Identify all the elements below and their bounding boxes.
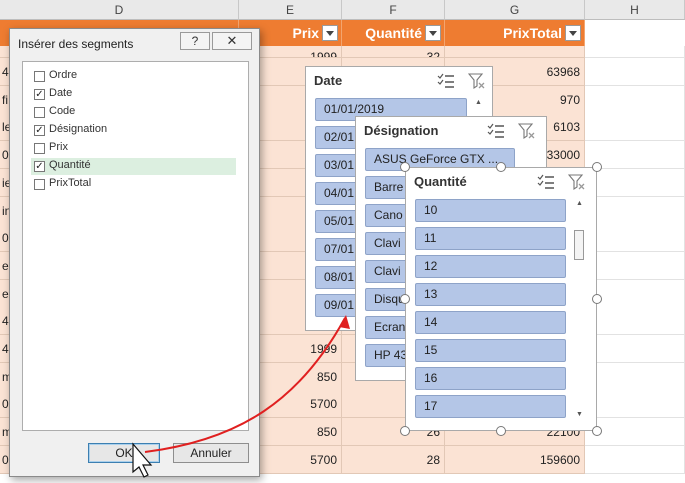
field-label: Code xyxy=(49,105,76,117)
field-label: Prix xyxy=(49,141,68,153)
multi-select-icon[interactable] xyxy=(487,123,505,139)
field-item[interactable]: ✓ Quantité xyxy=(31,158,236,175)
field-item[interactable]: ✓ Désignation xyxy=(31,122,236,139)
cell-f[interactable]: 32 xyxy=(342,46,445,58)
resize-handle[interactable] xyxy=(592,162,602,172)
cell-h[interactable] xyxy=(585,445,685,474)
field-label: Désignation xyxy=(49,123,108,135)
clear-filter-icon[interactable] xyxy=(468,72,486,90)
cell-h[interactable] xyxy=(585,168,685,197)
close-button[interactable]: ✕ xyxy=(212,32,252,50)
cell-h[interactable] xyxy=(585,46,685,58)
cell-h[interactable] xyxy=(585,279,685,308)
cell-h[interactable] xyxy=(585,335,685,363)
slicer-item[interactable]: 11 xyxy=(415,227,566,250)
header-label-prix: Prix xyxy=(292,25,319,41)
cell-h[interactable] xyxy=(585,307,685,336)
header-label-quantite: Quantité xyxy=(365,25,422,41)
cell-h[interactable] xyxy=(585,196,685,225)
checkbox[interactable]: ✓ xyxy=(34,161,45,172)
field-item[interactable]: Ordre xyxy=(31,68,236,85)
checkbox[interactable] xyxy=(34,107,45,118)
checkbox[interactable]: ✓ xyxy=(34,89,45,100)
field-label: Quantité xyxy=(49,159,91,171)
multi-select-icon[interactable] xyxy=(437,73,455,89)
cell-f[interactable]: 28 xyxy=(342,445,445,474)
resize-handle[interactable] xyxy=(496,162,506,172)
header-cell-quantite[interactable]: Quantité xyxy=(342,20,445,46)
cell-h[interactable] xyxy=(585,362,685,391)
slicer-designation-title: Désignation xyxy=(364,123,439,138)
filter-dropdown-quantite[interactable] xyxy=(425,25,441,41)
slicer-quantite-title: Quantité xyxy=(414,174,467,189)
field-label: Ordre xyxy=(49,69,78,81)
resize-handle[interactable] xyxy=(400,162,410,172)
insert-slicers-dialog: Insérer des segments ? ✕ Ordre ✓ Date Code ✓… xyxy=(9,28,260,477)
filter-dropdown-prixtotal[interactable] xyxy=(565,25,581,41)
column-header-e[interactable]: E xyxy=(239,0,342,20)
help-button[interactable]: ? xyxy=(180,32,210,50)
dialog-title: Insérer des segments xyxy=(18,37,134,51)
field-label: PrixTotal xyxy=(49,177,92,189)
scroll-down-arrow[interactable] xyxy=(572,404,586,420)
resize-handle[interactable] xyxy=(496,426,506,436)
filter-dropdown-prix[interactable] xyxy=(322,25,338,41)
column-header-h[interactable]: H xyxy=(585,0,685,20)
header-label-prixtotal: PrixTotal xyxy=(503,25,562,41)
cell-g[interactable] xyxy=(445,46,585,58)
resize-handle[interactable] xyxy=(592,294,602,304)
field-item[interactable]: ✓ Date xyxy=(31,86,236,103)
slicer-date-scroll-up[interactable] xyxy=(471,97,485,117)
scroll-thumb[interactable] xyxy=(574,230,584,260)
header-cell-prixtotal[interactable]: PrixTotal xyxy=(445,20,585,46)
scroll-up-arrow[interactable] xyxy=(572,198,586,214)
cell-h[interactable] xyxy=(585,251,685,280)
slicer-item[interactable]: 13 xyxy=(415,283,566,306)
cell-h[interactable] xyxy=(585,390,685,419)
checkbox[interactable] xyxy=(34,71,45,82)
field-list[interactable]: Ordre ✓ Date Code ✓ Désignation Prix ✓ Quantité P… xyxy=(22,61,249,431)
slicer-date-title: Date xyxy=(314,73,343,88)
slicer-item[interactable]: 17 xyxy=(415,395,566,418)
resize-handle[interactable] xyxy=(400,426,410,436)
cell-g[interactable]: 159600 xyxy=(445,445,585,474)
cancel-button[interactable]: Annuler xyxy=(173,443,249,463)
slicer-item[interactable]: 12 xyxy=(415,255,566,278)
checkbox[interactable]: ✓ xyxy=(34,125,45,136)
slicer-quantite-scrollbar[interactable] xyxy=(572,198,586,420)
cell-h[interactable] xyxy=(585,85,685,114)
slicer-quantite[interactable]: Quantité 10 11 12 13 14 15 16 17 xyxy=(400,162,602,436)
checkbox[interactable] xyxy=(34,179,45,190)
field-item[interactable]: Prix xyxy=(31,140,236,157)
slicer-item[interactable]: 15 xyxy=(415,339,566,362)
ok-button[interactable]: OK xyxy=(88,443,160,463)
checkbox[interactable] xyxy=(34,143,45,154)
column-header-d[interactable]: D xyxy=(0,0,239,20)
resize-handle[interactable] xyxy=(400,294,410,304)
slicer-item[interactable]: 16 xyxy=(415,367,566,390)
clear-filter-icon[interactable] xyxy=(568,173,586,191)
column-header-f[interactable]: F xyxy=(342,0,445,20)
multi-select-icon[interactable] xyxy=(537,174,555,190)
cell-h[interactable] xyxy=(585,224,685,253)
field-item[interactable]: Code xyxy=(31,104,236,121)
column-header-g[interactable]: G xyxy=(445,0,585,20)
slicer-item[interactable]: 10 xyxy=(415,199,566,222)
clear-filter-icon[interactable] xyxy=(518,122,536,140)
field-item[interactable]: PrixTotal xyxy=(31,176,236,193)
field-label: Date xyxy=(49,87,73,99)
cell-h[interactable] xyxy=(585,113,685,142)
cell-h[interactable] xyxy=(585,58,685,86)
slicer-item[interactable]: 14 xyxy=(415,311,566,334)
resize-handle[interactable] xyxy=(592,426,602,436)
